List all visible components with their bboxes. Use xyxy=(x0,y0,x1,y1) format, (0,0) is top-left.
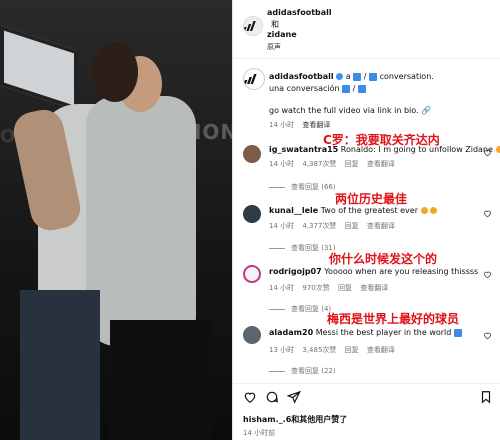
caption-text-a: a xyxy=(345,72,351,81)
heart-icon[interactable] xyxy=(483,331,492,340)
slash-text: / xyxy=(352,84,356,93)
emoji-icon xyxy=(495,146,500,153)
heart-eyes-emoji-icon xyxy=(430,207,438,214)
link-icon: 🔗 xyxy=(421,106,432,115)
replies-line xyxy=(269,371,285,372)
comment-4-likes[interactable]: 3,485次赞 xyxy=(302,346,336,354)
caption-line-3: go watch the full video via link in bio.… xyxy=(269,106,431,115)
number-10-emoji-icon xyxy=(369,72,378,81)
caption-account[interactable]: adidasfootball xyxy=(269,72,334,81)
caption-line-2: una conversación / xyxy=(269,84,366,93)
comment-2-text: Two of the greatest ever xyxy=(320,206,418,215)
comment-3-reply[interactable]: 回复 xyxy=(338,284,352,292)
comment-avatar[interactable] xyxy=(243,205,261,223)
actions-separator xyxy=(233,383,500,384)
comment-icon[interactable] xyxy=(265,390,279,404)
comment-2-time: 14 小时 xyxy=(269,222,295,230)
comment-4-meta: 13 小时 3,485次赞 回复 查看翻译 xyxy=(269,345,395,355)
photo-person-front xyxy=(86,96,196,346)
photo-pants xyxy=(110,320,210,440)
comment-1-meta: 14 小时 4,387次赞 回复 查看翻译 xyxy=(269,159,395,169)
photo-hair-head xyxy=(92,42,138,102)
header-avatar[interactable] xyxy=(243,16,263,36)
replies-line xyxy=(269,187,285,188)
number-10-emoji-icon xyxy=(342,84,351,93)
replies-line xyxy=(269,309,285,310)
comment-4-time: 13 小时 xyxy=(269,346,295,354)
comment-3-text: Yooooo when are you releasing thissss xyxy=(324,267,479,276)
comment-2-user[interactable]: kunal__lele xyxy=(269,206,318,215)
comment-1-likes[interactable]: 4,387次赞 xyxy=(302,160,336,168)
liked-by-text[interactable]: hisham._.6和其他用户赞了 xyxy=(243,414,347,425)
comment-3-translate[interactable]: 查看翻译 xyxy=(360,284,388,292)
comment-1-translate[interactable]: 查看翻译 xyxy=(367,160,395,168)
heart-icon[interactable] xyxy=(483,148,492,157)
caption-line-1: adidasfootball a / conversation. xyxy=(269,72,434,81)
annotation-3: 你什么时候发这个的 xyxy=(329,252,438,266)
like-heart-icon[interactable] xyxy=(243,390,257,404)
post-side-panel: adidasfootball 和 zidane 原声 adidasfootbal… xyxy=(233,0,500,440)
header-collab[interactable]: zidane xyxy=(267,30,297,39)
comment-3-meta: 14 小时 970次赞 回复 查看翻译 xyxy=(269,283,388,293)
caption-text-spanish: una conversación xyxy=(269,84,340,93)
comment-4-view-replies[interactable]: 查看回复 (22) xyxy=(291,366,336,376)
number-10-emoji-icon xyxy=(353,72,362,81)
comment-4-text: Messi the best player in the world xyxy=(315,328,452,337)
photo-jeans xyxy=(20,290,100,440)
header-audio[interactable]: 原声 xyxy=(267,42,281,52)
bookmark-icon[interactable] xyxy=(479,390,493,404)
heart-eyes-emoji-icon xyxy=(420,207,428,214)
comment-3-line: rodrigojp07 Yooooo when are you releasin… xyxy=(269,267,478,276)
comment-3-user[interactable]: rodrigojp07 xyxy=(269,267,322,276)
heart-icon[interactable] xyxy=(483,270,492,279)
post-time: 14 小时前 xyxy=(243,429,276,437)
comment-1-user[interactable]: ig_swatantra15 xyxy=(269,145,338,154)
caption-time: 14 小时 xyxy=(269,121,295,129)
adidas-logo-icon xyxy=(244,21,256,31)
comment-2-likes[interactable]: 4,377次赞 xyxy=(302,222,336,230)
comment-avatar[interactable] xyxy=(243,326,261,344)
annotation-4: 梅西是世界上最好的球员 xyxy=(327,312,460,326)
comment-1-time: 14 小时 xyxy=(269,160,295,168)
verified-icon xyxy=(336,73,344,80)
comment-1-text: Ronaldo: I m going to unfollow Zidane xyxy=(340,145,493,154)
comment-2-reply[interactable]: 回复 xyxy=(345,222,359,230)
caption-translate[interactable]: 查看翻译 xyxy=(302,121,330,129)
share-icon[interactable] xyxy=(287,390,301,404)
comment-4-reply[interactable]: 回复 xyxy=(345,346,359,354)
comment-1-line: ig_swatantra15 Ronaldo: I m going to unf… xyxy=(269,145,500,154)
number-10-emoji-icon xyxy=(357,84,366,93)
caption-meta: 14 小时 查看翻译 xyxy=(269,120,330,130)
caption-text-link: go watch the full video via link in bio. xyxy=(269,106,419,115)
comment-1-reply[interactable]: 回复 xyxy=(345,160,359,168)
comment-2-line: kunal__lele Two of the greatest ever xyxy=(269,206,438,215)
caption-text-conversation: conversation. xyxy=(379,72,434,81)
comment-4-line: aladam20 Messi the best player in the wo… xyxy=(269,328,462,337)
header-separator xyxy=(233,58,500,59)
comment-2-meta: 14 小时 4,377次赞 回复 查看翻译 xyxy=(269,221,395,231)
heart-icon[interactable] xyxy=(483,209,492,218)
header-account[interactable]: adidasfootball xyxy=(267,8,332,17)
comment-avatar[interactable] xyxy=(243,145,261,163)
comment-2-translate[interactable]: 查看翻译 xyxy=(367,222,395,230)
caption-avatar[interactable] xyxy=(243,68,265,90)
comment-1-view-replies[interactable]: 查看回复 (66) xyxy=(291,182,336,192)
header-and: 和 xyxy=(271,20,279,29)
comment-4-user[interactable]: aladam20 xyxy=(269,328,313,337)
replies-line xyxy=(269,248,285,249)
comment-3-view-replies[interactable]: 查看回复 (4) xyxy=(291,304,331,314)
comment-avatar[interactable] xyxy=(243,265,261,283)
annotation-2: 两位历史最佳 xyxy=(335,192,408,206)
post-photo[interactable]: O RATION xyxy=(0,0,232,440)
comment-3-time: 14 小时 xyxy=(269,284,295,292)
comment-4-translate[interactable]: 查看翻译 xyxy=(367,346,395,354)
comment-3-likes[interactable]: 970次赞 xyxy=(302,284,329,292)
slash-text: / xyxy=(363,72,367,81)
adidas-logo-icon xyxy=(244,74,257,84)
arrow-emoji-icon xyxy=(453,328,462,337)
